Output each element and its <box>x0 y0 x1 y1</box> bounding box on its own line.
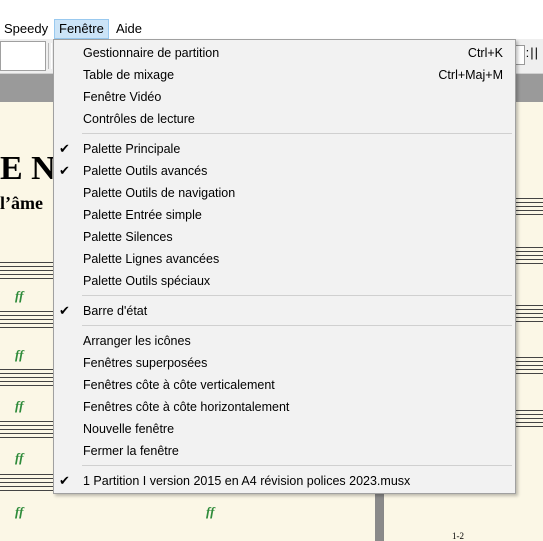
menu-item[interactable]: Fenêtres côte à côte horizontalement <box>54 396 515 418</box>
menu-item[interactable]: Gestionnaire de partition Ctrl+K <box>54 42 515 64</box>
menu-item-label: Palette Lignes avancées <box>83 252 220 266</box>
menu-item-label: Gestionnaire de partition <box>83 46 220 60</box>
page-number-label: 1-2 <box>452 531 464 541</box>
menu-speedy[interactable]: Speedy <box>0 19 52 39</box>
menu-item-label: Arranger les icônes <box>83 334 191 348</box>
menu-item-shortcut: Ctrl+Maj+M <box>438 68 503 82</box>
menu-item-label: Palette Principale <box>83 142 181 156</box>
menu-item[interactable]: ✔ Palette Principale <box>54 138 515 160</box>
menu-item[interactable]: Table de mixage Ctrl+Maj+M <box>54 64 515 86</box>
dynamic-marking: ff <box>15 288 24 303</box>
toolbar-grip-icon[interactable]: :|| <box>526 45 539 60</box>
dynamic-marking: ff <box>206 504 215 519</box>
menu-separator <box>82 133 512 134</box>
menu-item-label: Fenêtre Vidéo <box>83 90 162 104</box>
menu-item[interactable]: Fenêtre Vidéo <box>54 86 515 108</box>
dynamic-marking: ff <box>15 450 24 465</box>
menu-aide[interactable]: Aide <box>112 19 146 39</box>
menu-item[interactable]: ✔ Palette Outils avancés <box>54 160 515 182</box>
menu-item-label: Table de mixage <box>83 68 175 82</box>
menu-item-label: Palette Outils spéciaux <box>83 274 211 288</box>
dynamic-marking: ff <box>15 398 24 413</box>
menu-item[interactable]: Nouvelle fenêtre <box>54 418 515 440</box>
menu-item[interactable]: Fenêtres superposées <box>54 352 515 374</box>
menu-separator <box>82 295 512 296</box>
menu-fenetre[interactable]: Fenêtre <box>54 19 109 39</box>
menu-item[interactable]: Fermer la fenêtre <box>54 440 515 462</box>
menu-bar: Speedy Fenêtre Aide <box>0 0 543 39</box>
menu-item-label: Palette Entrée simple <box>83 208 202 222</box>
menu-item[interactable]: Fenêtres côte à côte verticalement <box>54 374 515 396</box>
menu-separator <box>82 465 512 466</box>
check-icon: ✔ <box>59 303 70 318</box>
check-icon: ✔ <box>59 473 70 488</box>
menu-item-label: Palette Outils avancés <box>83 164 208 178</box>
menu-item[interactable]: Contrôles de lecture <box>54 108 515 130</box>
menu-item[interactable]: Arranger les icônes <box>54 330 515 352</box>
dynamic-marking: ff <box>15 504 24 519</box>
menu-item-label: Palette Silences <box>83 230 173 244</box>
menu-item[interactable]: Palette Outils de navigation <box>54 182 515 204</box>
menu-item-label: Nouvelle fenêtre <box>83 422 175 436</box>
window-menu: Gestionnaire de partition Ctrl+K Table de … <box>53 39 516 494</box>
dynamic-marking: ff <box>15 347 24 362</box>
menu-item[interactable]: ✔ 1 Partition I version 2015 en A4 révisi… <box>54 470 515 492</box>
toolbar-field[interactable] <box>0 41 46 71</box>
menu-item-label: Fenêtres côte à côte verticalement <box>83 378 275 392</box>
score-subtitle: l’âme <box>0 193 43 213</box>
menu-separator <box>82 325 512 326</box>
menu-item[interactable]: Palette Lignes avancées <box>54 248 515 270</box>
menu-item-label: Fenêtres côte à côte horizontalement <box>83 400 290 414</box>
menu-item-label: Palette Outils de navigation <box>83 186 236 200</box>
menu-item[interactable]: Palette Entrée simple <box>54 204 515 226</box>
menu-item-shortcut: Ctrl+K <box>467 46 503 60</box>
check-icon: ✔ <box>59 163 70 178</box>
menu-item[interactable]: ✔ Barre d'état <box>54 300 515 322</box>
toolbar-separator <box>48 43 52 69</box>
menu-item-label: Contrôles de lecture <box>83 112 195 126</box>
menu-item-label: Barre d'état <box>83 304 148 318</box>
menu-item[interactable]: Palette Silences <box>54 226 515 248</box>
menu-item-label: Fenêtres superposées <box>83 356 208 370</box>
check-icon: ✔ <box>59 141 70 156</box>
menu-item-label: 1 Partition I version 2015 en A4 révisio… <box>83 474 411 488</box>
menu-item-label: Fermer la fenêtre <box>83 444 179 458</box>
menu-item[interactable]: Palette Outils spéciaux <box>54 270 515 292</box>
